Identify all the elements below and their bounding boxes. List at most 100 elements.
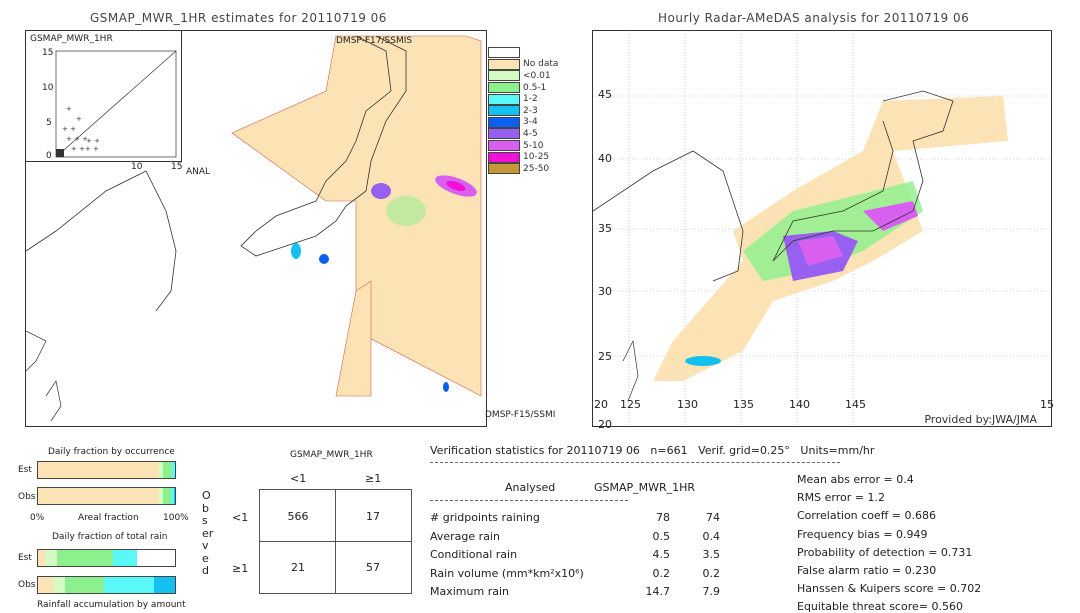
legend-item: No data bbox=[488, 58, 559, 71]
contingency-title: GSMAP_MWR_1HR bbox=[290, 450, 373, 460]
bar-segment bbox=[162, 462, 173, 478]
legend-swatch bbox=[488, 47, 520, 59]
bar-segment bbox=[113, 550, 137, 566]
stat-gsmap: 0.4 bbox=[702, 529, 721, 543]
legend-item: 25-50 bbox=[488, 163, 558, 175]
bar-segment bbox=[65, 577, 104, 593]
bar-segment bbox=[38, 577, 54, 593]
svg-text:+ +: + + bbox=[62, 125, 76, 133]
score-item: False alarm ratio = 0.230 bbox=[797, 564, 937, 577]
legend-swatch bbox=[488, 70, 520, 82]
lat-tick: 40 bbox=[598, 152, 612, 165]
col-label: ≥1 bbox=[365, 472, 382, 485]
legend-item: 3-4 bbox=[488, 116, 558, 129]
right-map: Provided by:JWA/JMA bbox=[592, 30, 1052, 427]
legend-label: 3-4 bbox=[523, 117, 538, 128]
total-rain-obs-bar bbox=[37, 576, 176, 594]
left-map: GSMAP_MWR_1HR + + + + + + + + + + ++ + 15 10 … bbox=[25, 30, 487, 427]
occurrence-title: Daily fraction by occurrence bbox=[48, 447, 175, 457]
row-label: <1 bbox=[232, 511, 249, 524]
contingency-table: 566 17 21 57 bbox=[259, 489, 412, 594]
inset-xtick: 15 bbox=[171, 162, 183, 172]
svg-text:+ + +: + + + bbox=[66, 135, 88, 143]
svg-text:+: + bbox=[76, 115, 82, 123]
bar-segment bbox=[103, 577, 155, 593]
stat-analysed: 0.2 bbox=[652, 566, 671, 580]
axis-label: Rainfall accumulation by amount bbox=[37, 600, 186, 610]
credit: Provided by:JWA/JMA bbox=[924, 413, 1037, 426]
taiwan-coast bbox=[622, 339, 639, 402]
bar-segment bbox=[57, 550, 114, 566]
inset-ytick: 15 bbox=[42, 48, 54, 58]
lon-tick: 135 bbox=[733, 398, 754, 411]
score-item: Frequency bias = 0.949 bbox=[797, 527, 928, 541]
total-rain-title: Daily fraction of total rain bbox=[52, 532, 168, 542]
stat-label: Conditional rain bbox=[430, 548, 518, 561]
score-item: Correlation coeff = 0.686 bbox=[797, 509, 936, 523]
lat-tick: 45 bbox=[598, 88, 612, 101]
stat-label: # gridpoints raining bbox=[430, 511, 540, 524]
occurrence-est-bar bbox=[37, 461, 176, 479]
lon-tick: 145 bbox=[845, 398, 866, 411]
sensor-bottom: DMSP-F15/SSMI bbox=[485, 410, 556, 420]
stat-analysed: 4.5 bbox=[652, 548, 671, 561]
scatter-inset: GSMAP_MWR_1HR + + + + + + + + + + ++ + 15 10 … bbox=[26, 31, 182, 172]
cell-hit: 57 bbox=[366, 561, 380, 574]
col-gsmap: GSMAP_MWR_1HR bbox=[594, 481, 696, 494]
legend-label: 10-25 bbox=[523, 152, 550, 163]
right-map-canvas bbox=[592, 31, 1051, 426]
bar-segment bbox=[38, 462, 159, 478]
stat-analysed: 0.5 bbox=[652, 529, 671, 543]
legend-item: 10-25 bbox=[488, 151, 558, 163]
score-item: Probability of detection = 0.731 bbox=[797, 545, 973, 559]
left-map-title: GSMAP_MWR_1HR estimates for 20110719 06 bbox=[90, 11, 387, 25]
stat-label: Maximum rain bbox=[430, 585, 509, 598]
axis-0: 0% bbox=[30, 513, 45, 523]
col-analysed: Analysed bbox=[505, 481, 556, 494]
est-label: Est bbox=[18, 465, 32, 475]
axis-100: 100% bbox=[163, 513, 189, 523]
inset-ytick: 10 bbox=[42, 83, 54, 93]
inset-xtick: 10 bbox=[131, 162, 143, 172]
stat-analysed: 14.7 bbox=[645, 585, 671, 598]
svg-text:+ ++ +: + ++ + bbox=[71, 145, 99, 153]
inset-ytick: 0 bbox=[46, 151, 52, 161]
swath-f15 bbox=[335, 280, 372, 397]
legend-swatch bbox=[488, 128, 520, 140]
total-rain-est-bar bbox=[37, 549, 176, 567]
cell-miss: 21 bbox=[291, 561, 305, 574]
stat-label: Average rain bbox=[430, 529, 500, 543]
legend-swatch bbox=[488, 116, 520, 128]
inset-ytick: 5 bbox=[46, 118, 52, 128]
stat-gsmap: 74 bbox=[706, 511, 720, 524]
legend-swatch bbox=[488, 58, 520, 70]
legend-label: 1-2 bbox=[523, 94, 538, 105]
lon-tick: 130 bbox=[677, 398, 698, 411]
axis-label: Areal fraction bbox=[78, 513, 139, 523]
lon-tick: 15 bbox=[1040, 398, 1054, 411]
lat-tick: 20 bbox=[598, 418, 612, 431]
score-item: Equitable threat score= 0.560 bbox=[797, 600, 963, 613]
score-item: Hanssen & Kuipers score = 0.702 bbox=[797, 582, 982, 596]
legend-item: 5-10 bbox=[488, 140, 558, 152]
stat-analysed: 78 bbox=[656, 511, 670, 524]
legend-label: 4-5 bbox=[523, 128, 538, 139]
legend-swatch bbox=[488, 82, 520, 94]
stat-label: Rain volume (mm*km²x10⁶) bbox=[430, 566, 584, 580]
obs-label: Obs bbox=[18, 580, 36, 590]
score-item: Mean abs error = 0.4 bbox=[797, 473, 914, 486]
stat-gsmap: 0.2 bbox=[702, 566, 721, 580]
observed-label: Observed bbox=[202, 489, 214, 577]
lon-tick: 20 bbox=[594, 398, 608, 411]
legend-label: No data bbox=[523, 59, 559, 70]
legend-item: 0.5-1 bbox=[488, 82, 558, 94]
row-label: ≥1 bbox=[232, 562, 249, 575]
svg-text:+ +: + + bbox=[86, 137, 100, 145]
legend-label: 25-50 bbox=[523, 163, 550, 174]
legend-label: 2-3 bbox=[523, 105, 538, 116]
legend-item: 1-2 bbox=[488, 93, 558, 105]
lon-tick: 140 bbox=[789, 398, 810, 411]
sensor-top: DMSP-F17/SSMIS bbox=[336, 36, 413, 46]
color-legend: No data <0.01 0.5-1 1-2 2-3 3-4 4-5 5-10 10-25 25… bbox=[488, 47, 558, 175]
cell-hit-neg: 566 bbox=[287, 510, 309, 523]
